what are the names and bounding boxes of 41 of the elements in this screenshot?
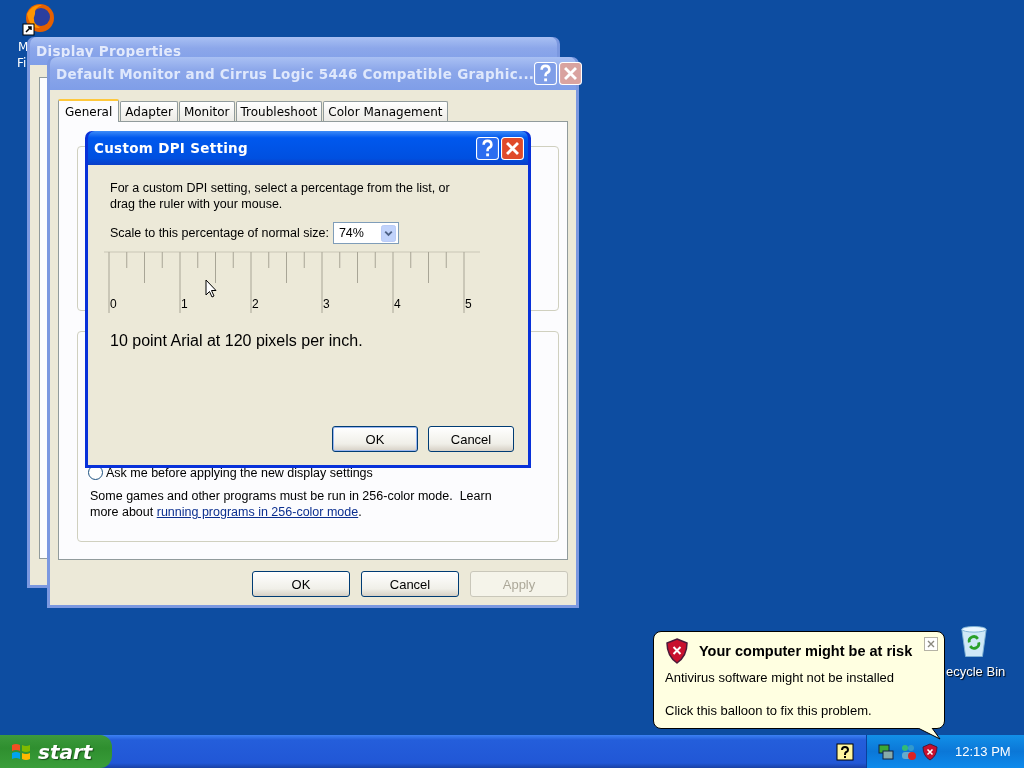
mouse-cursor-icon — [205, 279, 217, 298]
window-title: Display Properties — [36, 43, 183, 59]
help-icon[interactable] — [836, 742, 854, 761]
tab[interactable]: Color Management — [323, 101, 448, 121]
info-paragraph: Some games and other programs must be run in 256-color mode. Learn more about running programs in 256-color mode. — [90, 488, 493, 520]
dialog-button[interactable]: OK — [252, 571, 350, 597]
tab[interactable]: Troubleshoot — [235, 101, 323, 121]
window-title: Default Monitor and Cirrus Logic 5446 Compatible Graphic... — [56, 65, 535, 82]
icon-label: ecycle Bin — [946, 664, 1006, 679]
clock[interactable]: 12:13 PM — [955, 744, 1011, 759]
icon-label: Fi — [17, 56, 27, 70]
balloon-text: Click this balloon to fix this problem. — [665, 703, 873, 718]
tab[interactable]: Monitor — [178, 101, 235, 121]
ruler-label: 1 — [181, 297, 188, 311]
tab[interactable]: General — [58, 99, 120, 122]
close-icon[interactable] — [924, 637, 938, 651]
ruler-label: 0 — [110, 297, 117, 311]
dialog-title: Custom DPI Setting — [94, 140, 249, 156]
network-icon[interactable] — [877, 742, 895, 761]
ruler-label: 3 — [323, 297, 330, 311]
tab[interactable]: Adapter — [120, 101, 178, 121]
dialog-button[interactable]: Cancel — [361, 571, 459, 597]
dialog-button[interactable]: OK — [332, 426, 418, 452]
start-button[interactable]: start — [0, 735, 112, 768]
dialog-button[interactable]: Cancel — [428, 426, 514, 452]
sample-text: 10 point Arial at 120 pixels per inch. — [110, 332, 364, 350]
shield-icon — [665, 638, 689, 664]
instructions: For a custom DPI setting, select a percentage from the list, or drag the ruler with your mouse. — [110, 180, 451, 212]
recycle-bin-icon[interactable] — [959, 625, 989, 658]
ruler-label: 2 — [252, 297, 259, 311]
balloon-pointer — [918, 728, 942, 740]
percentage-dropdown[interactable]: 74% — [332, 222, 399, 244]
browser-shortcut-icon[interactable] — [22, 2, 56, 36]
balloon-title: Your computer might be at risk — [699, 643, 913, 659]
balloon-text: Antivirus software might not be installed — [665, 670, 896, 685]
ruler-label: 5 — [465, 297, 472, 311]
icon-label: M — [18, 40, 29, 54]
ruler-label: 4 — [394, 297, 401, 311]
shield-icon[interactable] — [921, 742, 939, 761]
radio-label[interactable]: Ask me before applying the new display settings — [106, 465, 373, 480]
scale-label: Scale to this percentage of normal size: — [110, 226, 329, 240]
